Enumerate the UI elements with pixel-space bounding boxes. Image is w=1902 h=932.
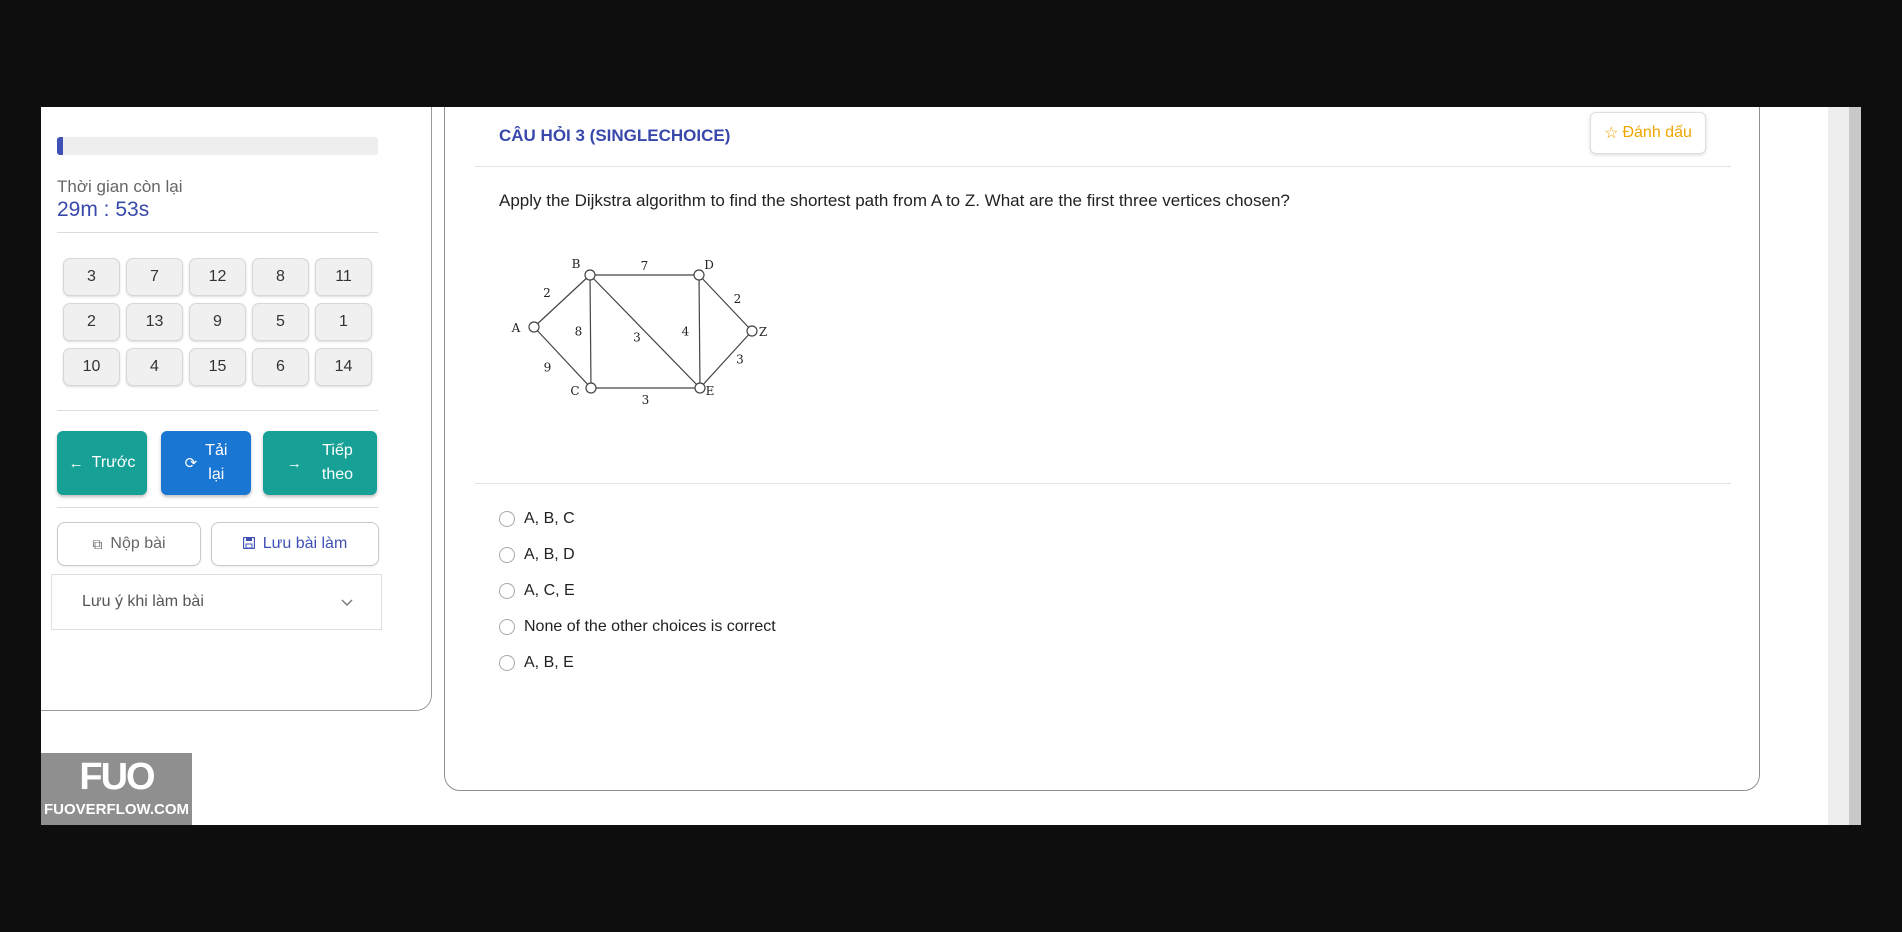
exam-notes-label: Lưu ý khi làm bài <box>82 593 204 610</box>
fuoverflow-logo: FUO FUOVERFLOW.COM <box>41 753 192 825</box>
question-nav-button[interactable]: 10 <box>63 348 120 386</box>
question-navigator-grid: 3 7 12 8 11 2 13 9 5 1 10 4 15 6 14 <box>63 258 372 386</box>
edge-weight-label: 3 <box>633 331 641 345</box>
vertex-label: C <box>570 384 579 398</box>
vertex-label: E <box>706 384 715 398</box>
question-nav-button[interactable]: 5 <box>252 303 309 341</box>
dijkstra-graph-figure: 2 9 7 8 3 4 2 3 3 A B C D E Z <box>511 257 768 407</box>
reload-button[interactable]: ⟳ Tải lại <box>161 431 251 495</box>
graph-edge <box>589 274 592 389</box>
edge-weight-label: 2 <box>734 292 742 306</box>
exam-app: Thời gian còn lại 29m : 53s 3 7 12 8 11 2 13 9 5… <box>41 107 1861 825</box>
divider <box>57 507 378 508</box>
previous-button-label: Trước <box>91 454 136 471</box>
question-nav-button[interactable]: 13 <box>126 303 183 341</box>
vertex-label: D <box>704 258 714 272</box>
question-nav-button[interactable]: 7 <box>126 258 183 296</box>
graph-vertex <box>528 321 540 333</box>
graph-edge <box>699 330 753 389</box>
answer-option[interactable]: A, B, C <box>499 510 575 528</box>
graph-edge <box>533 274 591 328</box>
answer-option[interactable]: A, C, E <box>499 582 575 600</box>
question-text: Apply the Dijkstra algorithm to find the… <box>499 191 1290 210</box>
radio-button[interactable] <box>499 619 515 635</box>
graph-edge <box>698 274 701 389</box>
time-remaining-value: 29m : 53s <box>57 198 150 221</box>
edge-weight-label: 3 <box>736 353 744 367</box>
radio-button[interactable] <box>499 655 515 671</box>
question-nav-button[interactable]: 15 <box>189 348 246 386</box>
edge-weight-label: 8 <box>575 325 583 339</box>
answer-option-label: A, B, D <box>524 546 575 563</box>
graph-vertex <box>693 269 705 281</box>
answer-option-label: A, B, C <box>524 510 575 527</box>
left-panel: Thời gian còn lại 29m : 53s 3 7 12 8 11 2 13 9 5… <box>41 107 432 711</box>
graph-vertex <box>746 325 758 337</box>
exam-notes-accordion[interactable]: Lưu ý khi làm bài <box>51 574 382 630</box>
answer-option-label: A, B, E <box>524 654 574 671</box>
question-nav-button[interactable]: 11 <box>315 258 372 296</box>
save-work-button-label: Lưu bài làm <box>262 535 348 552</box>
options-divider <box>475 483 1731 484</box>
vertex-label: A <box>511 321 521 335</box>
submit-button-label: Nộp bài <box>110 535 166 552</box>
vertex-label: Z <box>759 325 767 339</box>
graph-vertex <box>694 382 706 394</box>
edge-weight-label: 3 <box>642 393 650 407</box>
refresh-icon: ⟳ <box>184 455 198 472</box>
next-button-label: Tiếp theo <box>321 442 354 483</box>
bookmark-button[interactable]: ☆ Đánh dấu <box>1590 112 1706 154</box>
answer-option-label: None of the other choices is correct <box>524 618 776 635</box>
logo-mark: FUO <box>79 756 155 798</box>
time-progress-bar <box>57 137 378 155</box>
question-title: CÂU HỎI 3 (SINGLECHOICE) <box>499 126 731 145</box>
radio-button[interactable] <box>499 547 515 563</box>
scrollbar[interactable] <box>1849 107 1861 825</box>
question-nav-button[interactable]: 2 <box>63 303 120 341</box>
divider <box>57 232 378 233</box>
question-nav-button[interactable]: 1 <box>315 303 372 341</box>
edge-weight-label: 4 <box>682 325 690 339</box>
question-nav-button[interactable]: 12 <box>189 258 246 296</box>
header-divider <box>475 166 1731 167</box>
reload-button-label: Tải lại <box>205 442 228 483</box>
graph-vertex <box>584 269 596 281</box>
edge-weight-label: 9 <box>544 361 552 375</box>
side-rail <box>1828 107 1849 825</box>
submit-button[interactable]: ⧉ Nộp bài <box>57 522 201 566</box>
radio-button[interactable] <box>499 511 515 527</box>
graph-edge <box>533 326 592 389</box>
question-nav-button[interactable]: 14 <box>315 348 372 386</box>
floppy-disk-icon <box>242 536 255 552</box>
graph-edge <box>698 274 753 332</box>
answer-option[interactable]: None of the other choices is correct <box>499 618 776 636</box>
answer-option[interactable]: A, B, E <box>499 654 574 672</box>
question-nav-button[interactable]: 9 <box>189 303 246 341</box>
question-nav-button[interactable]: 4 <box>126 348 183 386</box>
arrow-left-icon: ← <box>68 454 84 472</box>
radio-button[interactable] <box>499 583 515 599</box>
question-nav-button[interactable]: 8 <box>252 258 309 296</box>
save-work-button[interactable]: Lưu bài làm <box>211 522 379 566</box>
question-nav-button[interactable]: 3 <box>63 258 120 296</box>
edge-weight-label: 2 <box>543 286 551 300</box>
logo-text: FUOVERFLOW.COM <box>44 801 189 818</box>
question-card: CÂU HỎI 3 (SINGLECHOICE) ☆ Đánh dấu Appl… <box>444 107 1760 791</box>
time-progress-fill <box>57 137 64 155</box>
arrow-right-icon: → <box>286 454 302 472</box>
edge-weight-label: 7 <box>641 259 649 273</box>
graph-vertex <box>585 382 597 394</box>
star-icon: ☆ <box>1604 125 1619 142</box>
answer-option[interactable]: A, B, D <box>499 546 575 564</box>
divider <box>57 410 378 411</box>
vertex-label: B <box>572 257 581 271</box>
question-nav-button[interactable]: 6 <box>252 348 309 386</box>
next-button[interactable]: → Tiếp theo <box>263 431 377 495</box>
answer-option-label: A, C, E <box>524 582 575 599</box>
chevron-down-icon <box>341 595 353 610</box>
time-remaining-label: Thời gian còn lại <box>57 177 183 196</box>
previous-button[interactable]: ← Trước <box>57 431 147 495</box>
bookmark-button-label: Đánh dấu <box>1622 124 1692 141</box>
submit-icon: ⧉ <box>92 535 103 552</box>
